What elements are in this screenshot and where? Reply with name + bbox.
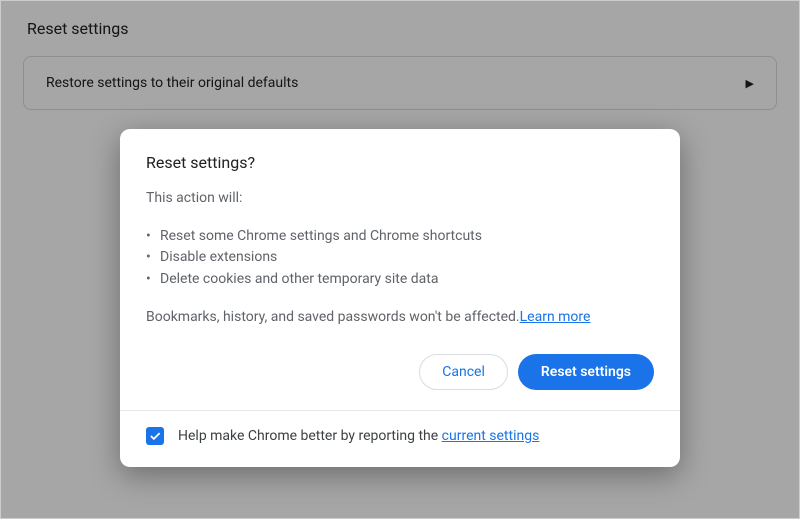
- dialog-bullet: • Reset some Chrome settings and Chrome …: [146, 226, 654, 248]
- footer-text: Help make Chrome better by reporting the…: [178, 428, 539, 444]
- current-settings-link[interactable]: current settings: [442, 428, 540, 444]
- report-settings-checkbox[interactable]: [146, 427, 164, 445]
- dialog-lead: This action will:: [146, 188, 654, 210]
- reset-settings-button[interactable]: Reset settings: [518, 354, 654, 390]
- learn-more-link[interactable]: Learn more: [520, 309, 591, 325]
- dialog-body: Reset settings? This action will: • Rese…: [120, 129, 680, 346]
- dialog-description: This action will: • Reset some Chrome se…: [146, 188, 654, 328]
- dialog-actions: Cancel Reset settings: [120, 346, 680, 410]
- dialog-title: Reset settings?: [146, 153, 654, 172]
- dialog-note-text: Bookmarks, history, and saved passwords …: [146, 309, 520, 325]
- reset-settings-dialog: Reset settings? This action will: • Rese…: [120, 129, 680, 467]
- dialog-bullet-text: Reset some Chrome settings and Chrome sh…: [160, 226, 482, 248]
- settings-page: Reset settings Restore settings to their…: [0, 0, 800, 519]
- cancel-button[interactable]: Cancel: [419, 354, 508, 390]
- dialog-footer: Help make Chrome better by reporting the…: [120, 410, 680, 467]
- check-icon: [148, 429, 162, 443]
- dialog-note: Bookmarks, history, and saved passwords …: [146, 307, 654, 329]
- dialog-bullet: • Delete cookies and other temporary sit…: [146, 269, 654, 291]
- footer-text-prefix: Help make Chrome better by reporting the: [178, 428, 442, 444]
- dialog-bullet: • Disable extensions: [146, 247, 654, 269]
- dialog-bullet-text: Delete cookies and other temporary site …: [160, 269, 438, 291]
- dialog-bullet-text: Disable extensions: [160, 247, 277, 269]
